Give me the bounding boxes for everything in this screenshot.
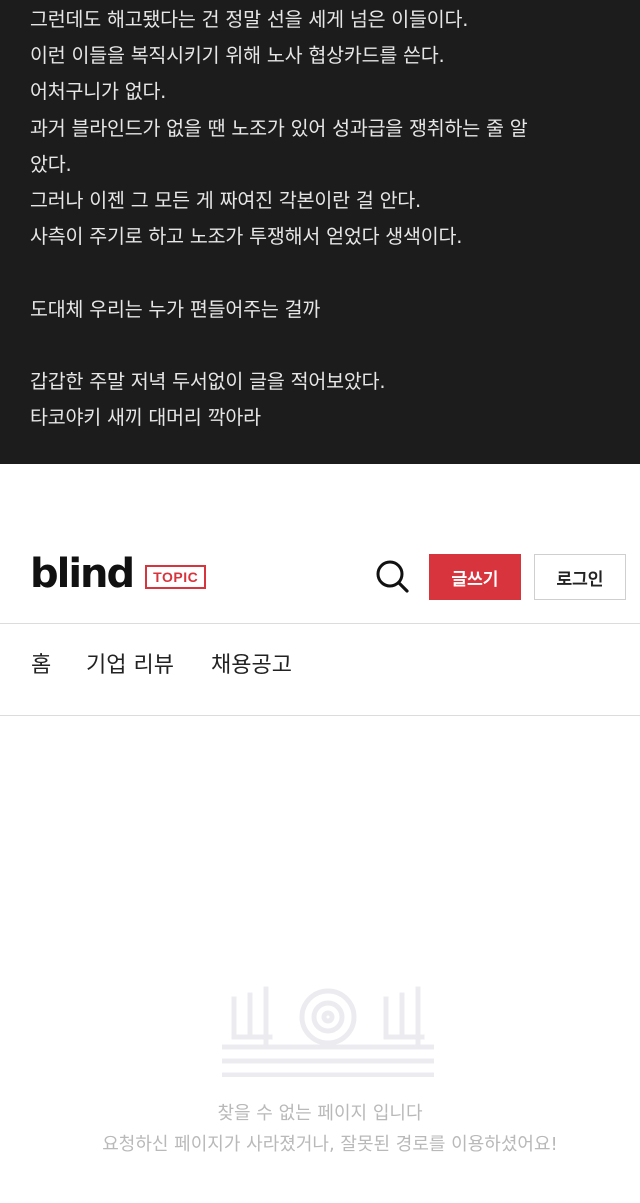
post-line: 이런 이들을 복직시키기 위해 노사 협상카드를 쓴다. [30,44,445,68]
post-line-blank [30,328,640,364]
post-line: 과거 블라인드가 없을 땐 노조가 있어 성과급을 쟁취하는 줄 알 [30,116,528,140]
post-line: 았다. [30,152,72,176]
nav-item-company-review[interactable]: 기업 리뷰 [86,652,174,680]
post-line: 갑갑한 주말 저녁 두서없이 글을 적어보았다. [30,369,386,393]
logo-wordmark: blind [30,551,135,597]
main-nav: 홈 기업 리뷰 채용공고 [0,624,640,716]
topic-badge: TOPIC [145,565,207,589]
login-button[interactable]: 로그인 [534,554,626,600]
post-line: 어처구니가 없다. [30,80,167,104]
post-line: 도대체 우리는 누가 편들어주는 걸까 [30,297,321,321]
post-line: 사측이 주기로 하고 노조가 투쟁해서 얻었다 생색이다. [30,225,463,249]
write-button[interactable]: 글쓰기 [429,554,521,600]
404-illustration [222,986,434,1077]
post-line-blank [30,255,640,291]
post-line: 타코야키 새끼 대머리 깍아라 [30,406,261,430]
search-icon [376,560,409,593]
post-body: 그런데도 해고됐다는 건 정말 선을 세게 넘은 이들이다. 이런 이들을 복직… [0,0,640,464]
error-title: 찾을 수 없는 페이지 입니다 [217,1103,423,1124]
nav-item-jobs[interactable]: 채용공고 [211,652,292,680]
site-header: blind TOPIC 글쓰기 로그인 [0,464,640,624]
nav-item-home[interactable]: 홈 [31,652,51,680]
blind-logo[interactable]: blind TOPIC [30,550,207,598]
error-description: 요청하신 페이지가 사라졌거나, 잘못된 경로를 이용하셨어요! [102,1134,558,1155]
post-line: 그러나 이젠 그 모든 게 짜여진 각본이란 걸 안다. [30,188,422,212]
post-line: 그런데도 해고됐다는 건 정말 선을 세게 넘은 이들이다. [30,8,469,31]
search-button[interactable] [372,556,412,596]
